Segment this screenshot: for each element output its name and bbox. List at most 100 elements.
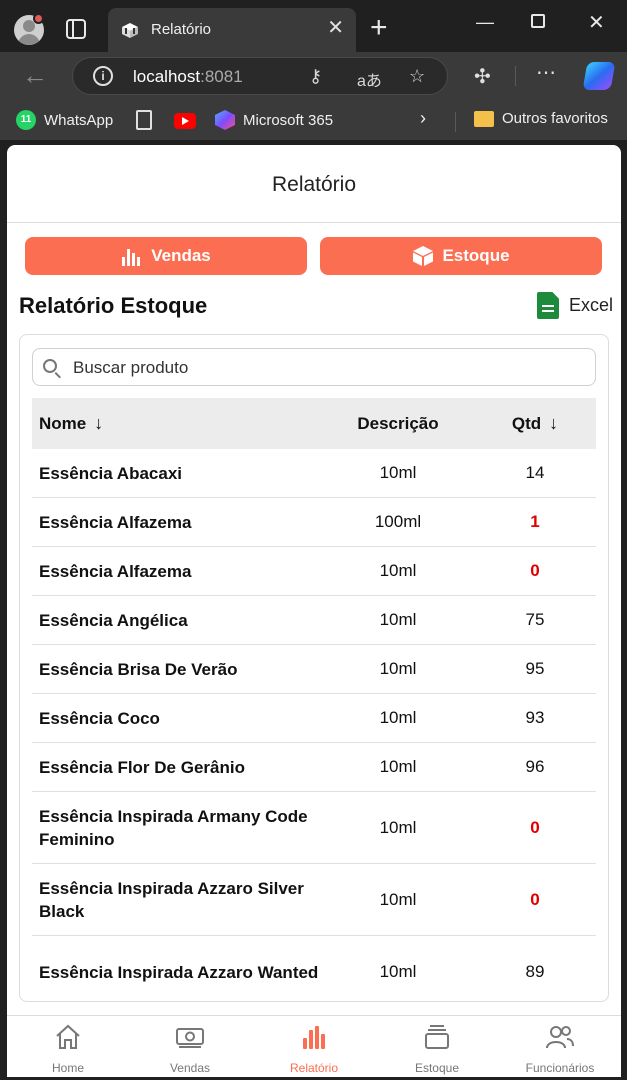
section-title: Relatório Estoque <box>19 293 208 318</box>
maximize-icon[interactable] <box>531 14 545 28</box>
bookmarks-bar: 11 WhatsApp Microsoft 365 › Outros favor… <box>0 102 627 140</box>
users-icon <box>546 1026 574 1049</box>
product-qty: 96 <box>525 757 545 776</box>
product-qty: 1 <box>530 512 540 531</box>
product-qty: 0 <box>530 817 540 837</box>
table-row[interactable]: Essência Coco 10ml 93 <box>32 694 596 743</box>
key-icon[interactable]: ⚷ <box>309 66 322 87</box>
product-qty: 0 <box>530 561 540 580</box>
table-row[interactable]: Essência Abacaxi 10ml 14 <box>32 449 596 498</box>
product-name: Essência Coco <box>39 708 160 728</box>
sort-arrow-down-icon: ↓ <box>94 413 104 433</box>
url-text: localhost:8081 <box>133 67 243 86</box>
bar-chart-icon <box>122 249 141 266</box>
app-page: Relatório Vendas Estoque Relatório Estoq… <box>7 145 621 1077</box>
read-aloud-icon[interactable]: aあ <box>357 67 382 91</box>
browser-toolbar: ← i localhost:8081 ⚷ aあ ☆ ✣ ⋯ <box>0 52 627 102</box>
nav-item-relatorio[interactable]: Relatório <box>253 1016 375 1077</box>
app-header: Relatório <box>7 145 621 223</box>
bookmarks-divider <box>455 112 456 132</box>
money-icon <box>176 1028 204 1048</box>
product-description: 100ml <box>374 512 422 531</box>
product-name: Essência Inspirada Azzaro Wanted <box>39 962 319 982</box>
bottom-navigation: Home Vendas Relatório Estoque Funcionári… <box>7 1015 621 1077</box>
tab-close-icon[interactable]: ✕ <box>327 18 344 38</box>
table-row[interactable]: Essência Inspirada Azzaro Wanted 10ml 89 <box>32 936 596 1001</box>
close-window-icon[interactable]: ✕ <box>588 10 605 35</box>
product-qty: 95 <box>525 659 545 678</box>
product-description: 10ml <box>379 889 417 909</box>
bookmark-microsoft365[interactable]: Microsoft 365 <box>215 110 333 130</box>
page-title: Relatório <box>271 173 357 196</box>
new-tab-icon[interactable]: + <box>370 13 388 43</box>
extensions-icon[interactable]: ✣ <box>474 64 491 89</box>
nav-item-vendas[interactable]: Vendas <box>129 1016 251 1077</box>
table-row[interactable]: Essência Brisa De Verão 10ml 95 <box>32 645 596 694</box>
nav-item-estoque[interactable]: Estoque <box>376 1016 498 1077</box>
product-name: Essência Alfazema <box>39 512 192 532</box>
toolbar-divider <box>515 66 516 86</box>
product-name: Essência Alfazema <box>39 561 192 581</box>
product-description: 10ml <box>379 659 417 678</box>
table-row[interactable]: Essência Alfazema 100ml 1 <box>32 498 596 547</box>
microsoft365-icon <box>215 110 235 130</box>
sort-arrow-down-icon: ↓ <box>549 413 559 433</box>
nav-item-funcionarios[interactable]: Funcionários <box>499 1016 621 1077</box>
bookmark-document[interactable] <box>136 110 152 130</box>
bookmark-whatsapp[interactable]: 11 WhatsApp <box>16 110 113 130</box>
copilot-icon[interactable] <box>582 62 616 90</box>
favorite-star-icon[interactable]: ☆ <box>409 66 425 87</box>
nav-item-home[interactable]: Home <box>7 1016 129 1077</box>
site-info-icon[interactable]: i <box>93 66 113 86</box>
chart-icon <box>303 1026 325 1049</box>
estoque-report-button[interactable]: Estoque <box>320 237 602 275</box>
product-description: 10ml <box>379 962 417 981</box>
table-row[interactable]: Essência Inspirada Armany Code Feminino … <box>32 792 596 864</box>
profile-notification-dot <box>33 13 44 24</box>
table-row[interactable]: Essência Inspirada Azzaro Silver Black 1… <box>32 864 596 936</box>
more-bookmarks-chevron-icon[interactable]: › <box>420 108 426 129</box>
whatsapp-icon: 11 <box>16 110 36 130</box>
folder-icon <box>474 110 494 127</box>
product-name: Essência Flor De Gerânio <box>39 757 245 777</box>
product-qty: 14 <box>525 463 545 482</box>
search-input[interactable]: Buscar produto <box>32 348 596 386</box>
product-qty: 75 <box>525 610 545 629</box>
product-qty: 89 <box>525 962 545 981</box>
product-name: Essência Brisa De Verão <box>39 659 238 679</box>
stock-report-card: Buscar produto Nome ↓ Descrição Qtd ↓ Es… <box>19 334 609 1002</box>
address-bar[interactable]: i localhost:8081 ⚷ aあ ☆ <box>72 57 448 95</box>
table-row[interactable]: Essência Flor De Gerânio 10ml 96 <box>32 743 596 792</box>
minimize-icon[interactable]: — <box>476 12 494 33</box>
column-header-description[interactable]: Descrição <box>322 414 474 434</box>
product-qty: 93 <box>525 708 545 727</box>
tab-title: Relatório <box>151 21 212 38</box>
export-excel-button[interactable]: Excel <box>537 292 613 319</box>
cube-icon <box>413 246 434 266</box>
page-favicon-icon <box>122 23 138 38</box>
bookmark-youtube[interactable] <box>174 113 196 129</box>
table-row[interactable]: Essência Alfazema 10ml 0 <box>32 547 596 596</box>
product-description: 10ml <box>379 610 417 629</box>
browser-tab[interactable]: Relatório ✕ <box>108 8 356 52</box>
product-name: Essência Inspirada Armany Code Feminino <box>39 806 308 849</box>
tab-actions-icon[interactable] <box>66 19 86 39</box>
table-row[interactable]: Essência Angélica 10ml 75 <box>32 596 596 645</box>
box-stack-icon <box>425 1025 449 1049</box>
vendas-report-button[interactable]: Vendas <box>25 237 307 275</box>
search-placeholder: Buscar produto <box>73 358 189 377</box>
product-name: Essência Inspirada Azzaro Silver Black <box>39 878 304 921</box>
product-description: 10ml <box>379 561 417 580</box>
column-header-qty[interactable]: Qtd ↓ <box>474 413 596 434</box>
product-description: 10ml <box>379 817 417 837</box>
more-options-icon[interactable]: ⋯ <box>536 60 556 85</box>
product-name: Essência Abacaxi <box>39 463 183 483</box>
product-qty: 0 <box>530 889 540 909</box>
product-description: 10ml <box>379 708 417 727</box>
back-arrow-icon[interactable]: ← <box>22 62 48 88</box>
document-icon <box>136 110 152 130</box>
column-header-name[interactable]: Nome ↓ <box>32 413 322 434</box>
product-description: 10ml <box>379 757 417 776</box>
bookmark-other-favorites[interactable]: Outros favoritos <box>474 110 608 127</box>
product-description: 10ml <box>379 463 417 482</box>
